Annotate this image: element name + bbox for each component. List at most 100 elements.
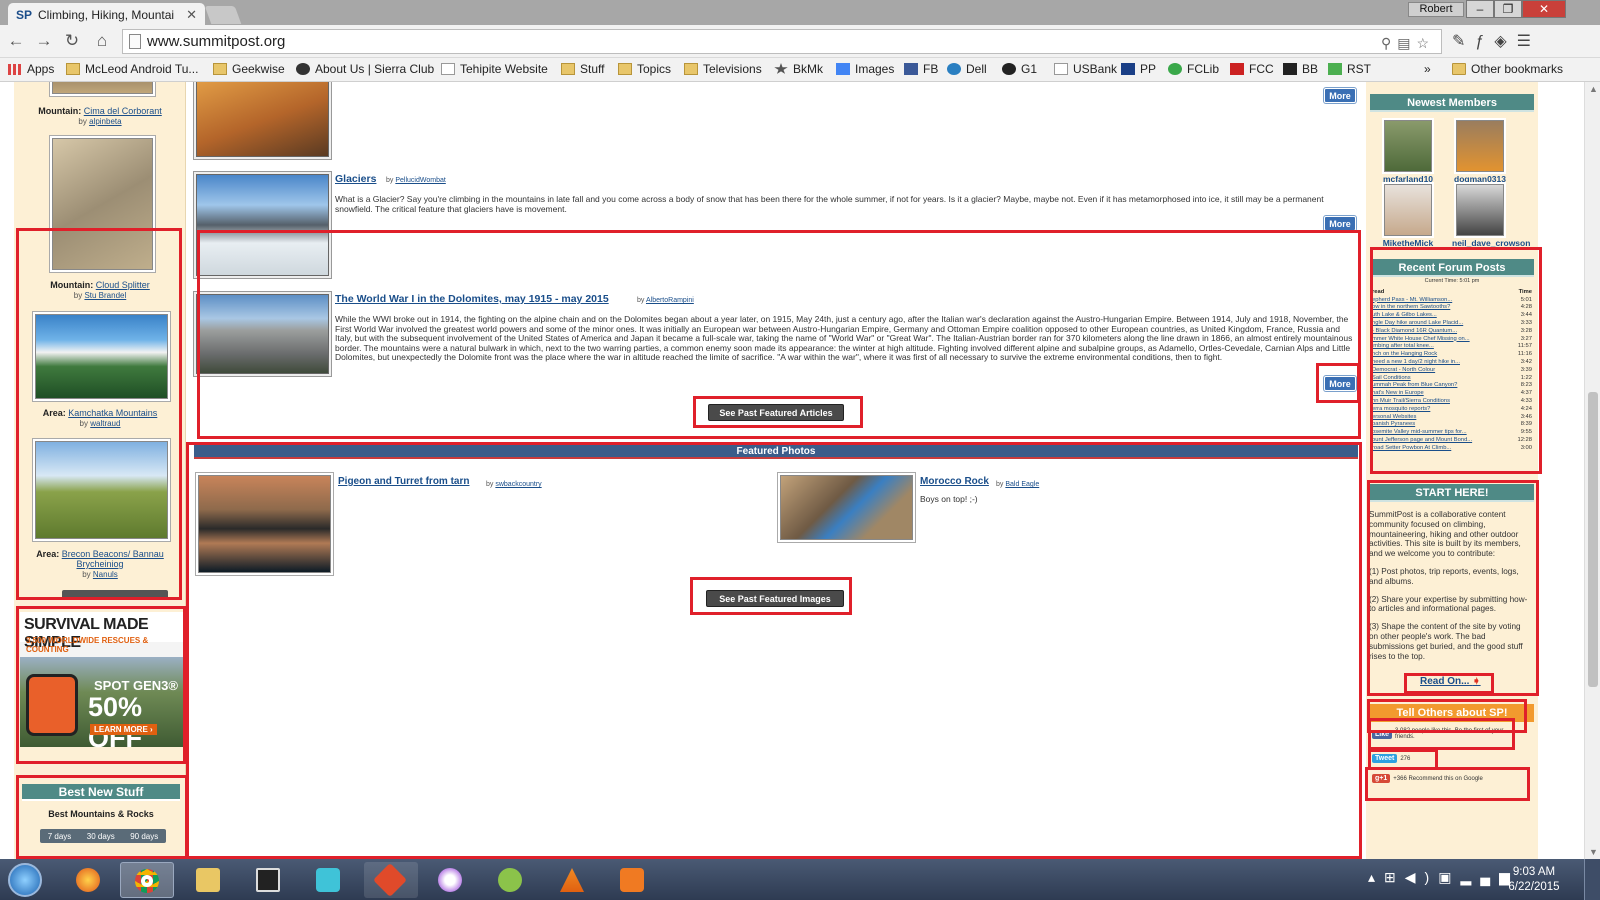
firefox-taskbar-icon[interactable] [62, 862, 116, 898]
spot-advertisement[interactable]: SURVIVAL MADE SIMPLE 3,500 WORLDWIDE RES… [20, 612, 183, 753]
more-button[interactable]: More [1324, 216, 1356, 231]
author-link[interactable]: swbackcountry [495, 481, 541, 488]
chrome-taskbar-icon[interactable] [120, 862, 174, 898]
close-window-button[interactable]: ✕ [1522, 0, 1566, 18]
bookmark-pp[interactable]: PP [1121, 62, 1156, 76]
photo-title-link[interactable]: Pigeon and Turret from tarn [338, 476, 470, 487]
forum-post-link[interactable]: ersonal Websites [1372, 414, 1490, 422]
member-avatar[interactable] [1456, 120, 1504, 172]
git-taskbar-icon[interactable] [364, 862, 418, 898]
bookmark-g1[interactable]: G1 [1002, 62, 1037, 76]
bookmark-bb[interactable]: BB [1283, 62, 1318, 76]
forum-post-link[interactable]: uth Lake & Gilbo Lakes... [1372, 312, 1490, 320]
power-icon[interactable]: ▣ [1438, 869, 1460, 885]
facebook-like-button[interactable]: Like [1372, 729, 1393, 739]
bookmark-fclib[interactable]: FCLib [1168, 62, 1219, 76]
video-app-taskbar-icon[interactable] [606, 862, 660, 898]
author-link[interactable]: Bald Eagle [1005, 481, 1039, 488]
article-title-link[interactable]: Glaciers [335, 174, 376, 185]
forum-post-link[interactable]: osemite Valley mid-summer tips for... [1372, 429, 1490, 437]
bookmark-fcc[interactable]: FCC [1230, 62, 1274, 76]
forum-post-link[interactable]: Sail Conditions [1372, 375, 1490, 383]
author-link[interactable]: PellucidWombat [395, 177, 445, 184]
forum-post-link[interactable]: road Setter Powbon At Climb... [1372, 445, 1490, 453]
glaciers-thumbnail[interactable] [196, 174, 329, 276]
member-link[interactable]: neil_dave_crowson [1452, 238, 1530, 248]
forum-post-link[interactable]: - Black Diamond 16R Quantum... [1372, 328, 1490, 336]
bookmark-rst[interactable]: RST [1328, 62, 1371, 76]
bookmark-star-icon[interactable]: ☆ [1416, 35, 1435, 51]
left-more-button[interactable] [62, 590, 168, 600]
item-link[interactable]: Kamchatka Mountains [68, 408, 157, 418]
show-desktop-button[interactable] [1584, 859, 1600, 900]
read-on-link[interactable]: Read On... ➧ [1420, 676, 1481, 687]
other-bookmarks[interactable]: Other bookmarks [1452, 62, 1563, 76]
app-taskbar-icon[interactable] [302, 862, 356, 898]
brecon-beacons-thumbnail[interactable] [35, 441, 168, 539]
windows-flag-icon[interactable]: ⊞ [1384, 869, 1405, 885]
bookmark-televisions[interactable]: Televisions [684, 62, 762, 76]
author-link[interactable]: waltraud [90, 419, 120, 428]
author-link[interactable]: alpinbeta [89, 117, 121, 126]
scrollbar-thumb[interactable] [1588, 392, 1598, 687]
bookmark-topics[interactable]: Topics [618, 62, 671, 76]
forum-post-link[interactable]: ngle Day hike around Lake Placid... [1372, 320, 1490, 328]
new-tab-button[interactable] [204, 6, 242, 24]
forward-arrow-icon[interactable]: → [34, 31, 54, 51]
dolomites-thumbnail[interactable] [196, 294, 329, 374]
forum-post-link[interactable]: nch on the Hanging Rock [1372, 351, 1490, 359]
member-avatar[interactable] [1456, 184, 1504, 236]
cloud-splitter-thumbnail[interactable] [52, 138, 153, 270]
ad-learn-more[interactable]: LEARN MORE › [90, 724, 157, 735]
bookmark-about-us-sierra-club[interactable]: About Us | Sierra Club [296, 62, 434, 76]
tab-90-days[interactable]: 90 days [130, 832, 158, 841]
start-button[interactable] [2, 860, 46, 900]
author-link[interactable]: Nanuls [93, 570, 118, 579]
vlc-taskbar-icon[interactable] [546, 862, 600, 898]
media-app-taskbar-icon[interactable] [424, 862, 478, 898]
item-link[interactable]: Brecon Beacons/ Bannau Brycheiniog [62, 549, 164, 569]
forum-post-link[interactable]: ummah Peak from Blue Canyon? [1372, 382, 1490, 390]
forum-post-link[interactable]: imbing after total knee... [1372, 343, 1490, 351]
tweet-button[interactable]: Tweet [1372, 754, 1398, 763]
tray-expand-icon[interactable]: ▴ [1368, 869, 1384, 885]
item-link[interactable]: Cloud Splitter [96, 280, 150, 290]
more-button[interactable]: More [1324, 88, 1356, 103]
forum-post-link[interactable]: need a new 1 day/2 night hike in... [1372, 359, 1490, 367]
presentation-taskbar-icon[interactable] [242, 862, 296, 898]
member-link[interactable]: MiketheMick [1383, 238, 1434, 248]
tab-close-icon[interactable]: ✕ [186, 7, 197, 23]
eyedropper-extension-icon[interactable]: ✎ [1452, 33, 1475, 50]
photo-title-link[interactable]: Morocco Rock [920, 476, 989, 487]
tab-30-days[interactable]: 30 days [87, 832, 115, 841]
author-link[interactable]: AlbertoRampini [646, 297, 694, 304]
home-icon[interactable]: ⌂ [92, 31, 112, 51]
taskbar-clock[interactable]: 9:03 AM 6/22/2015 [1498, 865, 1570, 895]
bookmark-bkmk[interactable]: BkMk [774, 62, 823, 76]
member-link[interactable]: mcfarland10 [1383, 174, 1433, 184]
forum-post-link[interactable]: hn Muir Trail/Sierra Conditions [1372, 398, 1490, 406]
volume-icon[interactable]: ◀) [1405, 869, 1438, 885]
article-thumbnail[interactable] [196, 82, 329, 157]
google-plus-button[interactable]: g+1 [1372, 774, 1391, 783]
android-studio-taskbar-icon[interactable] [484, 862, 538, 898]
forum-post-link[interactable]: ow in the northern Sawtooths? [1372, 304, 1490, 312]
scroll-up-arrow-icon[interactable]: ▲ [1589, 84, 1598, 94]
profile-user-badge[interactable]: Robert [1408, 2, 1464, 17]
member-avatar[interactable] [1384, 120, 1432, 172]
minimize-button[interactable]: – [1466, 0, 1494, 18]
see-past-featured-images-button[interactable]: See Past Featured Images [706, 590, 844, 607]
forum-post-link[interactable]: Democrat - North Colour [1372, 367, 1490, 375]
member-link[interactable]: dogman0313 [1454, 174, 1506, 184]
bookmark-dell[interactable]: Dell [947, 62, 987, 76]
more-button[interactable]: More [1324, 376, 1356, 391]
article-title-link[interactable]: The World War I in the Dolomites, may 19… [335, 294, 609, 305]
vertical-scrollbar[interactable]: ▲ ▼ [1584, 82, 1600, 859]
bookmark-tehipite-website[interactable]: Tehipite Website [441, 62, 548, 76]
forum-post-link[interactable]: ount Jefferson page and Mount Bond... [1372, 437, 1490, 445]
maximize-button[interactable]: ❐ [1494, 0, 1522, 18]
kamchatka-thumbnail[interactable] [35, 314, 168, 399]
morocco-rock-photo[interactable] [780, 475, 913, 540]
bookmark-geekwise[interactable]: Geekwise [213, 62, 285, 76]
file-explorer-taskbar-icon[interactable] [182, 862, 236, 898]
